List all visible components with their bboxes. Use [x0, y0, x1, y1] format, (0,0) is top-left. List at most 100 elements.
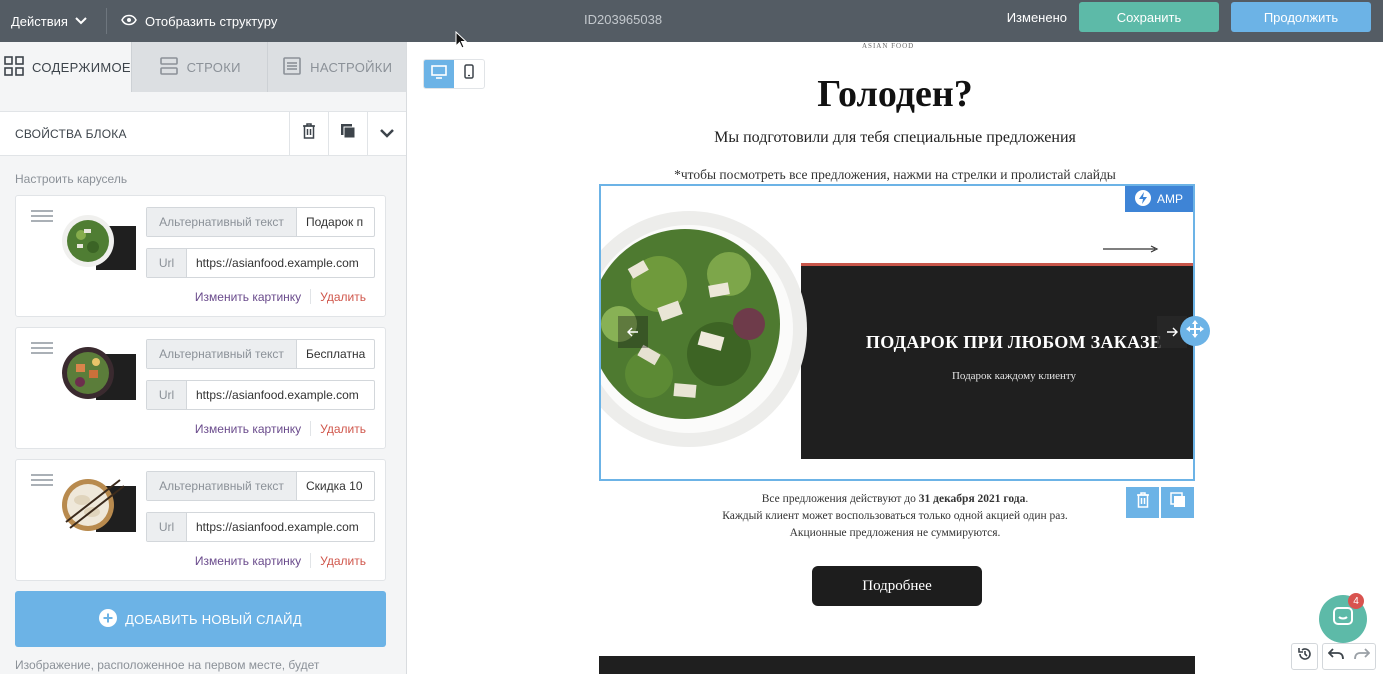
copy-icon [340, 123, 356, 144]
terms-deadline: 31 декабря 2021 года [918, 493, 1026, 505]
delete-slide-link[interactable]: Удалить [320, 290, 366, 304]
carousel-slide-item: Альтернативный текст Подарок п Url https… [15, 195, 386, 317]
url-value[interactable]: https://asianfood.example.com [187, 249, 374, 277]
carousel-slide-item: Альтернативный текст Бесплатна Url https… [15, 327, 386, 449]
url-field[interactable]: Url https://asianfood.example.com [146, 380, 375, 410]
block-properties-title: СВОЙСТВА БЛОКА [15, 126, 127, 141]
undo-button[interactable] [1323, 644, 1349, 669]
show-structure-label: Отобразить структуру [144, 13, 278, 29]
url-value[interactable]: https://asianfood.example.com [187, 381, 374, 409]
redo-icon [1354, 647, 1371, 666]
alt-text-value[interactable]: Скидка 10 [297, 472, 374, 500]
save-button[interactable]: Сохранить [1079, 2, 1219, 32]
drag-handle-icon[interactable] [31, 342, 53, 357]
url-label: Url [147, 513, 187, 541]
brand-logo: ASIAN FOOD [862, 42, 915, 50]
tab-settings-label: НАСТРОЙКИ [310, 59, 393, 75]
email-subtitle: Мы подготовили для тебя специальные пред… [714, 129, 1076, 146]
chat-icon [1332, 606, 1354, 633]
continue-button[interactable]: Продолжить [1231, 2, 1371, 32]
change-image-link[interactable]: Изменить картинку [195, 554, 301, 568]
terms-line-1-post: . [1025, 493, 1029, 505]
settings-icon [282, 56, 302, 79]
divider [105, 8, 107, 34]
change-image-link[interactable]: Изменить картинку [195, 290, 301, 304]
arrow-right-icon [1103, 245, 1159, 253]
tab-settings[interactable]: НАСТРОЙКИ [268, 42, 406, 92]
amp-badge: AMP [1125, 186, 1193, 212]
block-properties-bar: СВОЙСТВА БЛОКА [0, 111, 406, 156]
divider [310, 289, 312, 304]
carousel-slide-item: Альтернативный текст Скидка 10 Url https… [15, 459, 386, 581]
change-image-link[interactable]: Изменить картинку [195, 422, 301, 436]
amp-label: AMP [1156, 192, 1183, 206]
email-note: *чтобы посмотреть все предложения, нажми… [674, 167, 1116, 182]
url-label: Url [147, 381, 187, 409]
show-structure-toggle[interactable]: Отобразить структуру [121, 14, 277, 29]
terms-line-3: Акционные предложения не суммируются. [789, 527, 1001, 539]
actions-label: Действия [11, 13, 68, 29]
redo-button[interactable] [1349, 644, 1375, 669]
move-block-handle[interactable] [1180, 316, 1210, 346]
duplicate-block-button[interactable] [328, 111, 367, 156]
alt-text-label: Альтернативный текст [147, 340, 297, 368]
drag-handle-icon[interactable] [31, 474, 53, 489]
carousel-prev-button[interactable] [618, 316, 648, 348]
mouse-cursor-icon [455, 31, 467, 49]
details-button[interactable]: Подробнее [812, 566, 982, 606]
alt-text-label: Альтернативный текст [147, 472, 297, 500]
actions-menu[interactable]: Действия [0, 0, 88, 42]
slide-thumbnail [62, 340, 136, 406]
slide-thumbnail [62, 208, 136, 274]
next-content-block [599, 656, 1195, 674]
tab-rows[interactable]: СТРОКИ [132, 42, 269, 92]
email-headline: Голоден? [817, 73, 973, 115]
undo-redo-group [1322, 643, 1376, 670]
alt-text-value[interactable]: Подарок п [297, 208, 374, 236]
url-field[interactable]: Url https://asianfood.example.com [146, 512, 375, 542]
url-value[interactable]: https://asianfood.example.com [187, 513, 374, 541]
banner-subtitle: Подарок каждому клиенту [951, 370, 1077, 382]
delete-slide-link[interactable]: Удалить [320, 422, 366, 436]
plus-circle-icon [99, 608, 118, 630]
divider [310, 421, 312, 436]
banner-title: ПОДАРОК ПРИ ЛЮБОМ ЗАКАЗЕ [865, 332, 1163, 352]
carousel-settings-label: Настроить карусель [15, 172, 128, 186]
delete-block-button[interactable] [289, 111, 328, 156]
divider [310, 553, 312, 568]
alt-text-value[interactable]: Бесплатна [297, 340, 374, 368]
sidebar: СОДЕРЖИМОЕ СТРОКИ НАСТРОЙКИ СВОЙСТВА БЛО… [0, 42, 407, 674]
chevron-down-icon [379, 125, 395, 143]
alt-text-field[interactable]: Альтернативный текст Бесплатна [146, 339, 375, 369]
carousel-banner[interactable]: ПОДАРОК ПРИ ЛЮБОМ ЗАКАЗЕ Подарок каждому… [599, 184, 1195, 481]
slide-thumbnail [62, 472, 136, 538]
url-field[interactable]: Url https://asianfood.example.com [146, 248, 375, 278]
history-button[interactable] [1291, 643, 1318, 670]
alt-text-field[interactable]: Альтернативный текст Подарок п [146, 207, 375, 237]
chat-unread-badge: 4 [1348, 593, 1364, 609]
trash-icon [302, 123, 316, 144]
rows-icon [159, 56, 179, 79]
history-icon [1297, 646, 1313, 667]
collapse-properties-button[interactable] [367, 111, 406, 156]
tab-rows-label: СТРОКИ [186, 59, 241, 75]
sidebar-tabs: СОДЕРЖИМОЕ СТРОКИ НАСТРОЙКИ [0, 42, 406, 92]
move-icon [1186, 319, 1204, 343]
terms-text: Все предложения действуют до 31 декабря … [407, 491, 1383, 542]
hint-text: Изображение, расположенное на первом мес… [15, 658, 320, 672]
terms-line-1-pre: Все предложения действуют до [761, 493, 919, 505]
undo-icon [1327, 647, 1344, 666]
delete-slide-link[interactable]: Удалить [320, 554, 366, 568]
eye-icon [121, 14, 137, 29]
tab-content[interactable]: СОДЕРЖИМОЕ [0, 42, 132, 92]
lightning-icon [1134, 189, 1151, 209]
terms-line-1: Все предложения действуют до 31 декабря … [407, 491, 1383, 508]
email-canvas: ASIAN FOOD Голоден? Мы подготовили для т… [407, 42, 1383, 674]
add-slide-button[interactable]: ДОБАВИТЬ НОВЫЙ СЛАЙД [15, 591, 386, 647]
alt-text-field[interactable]: Альтернативный текст Скидка 10 [146, 471, 375, 501]
url-label: Url [147, 249, 187, 277]
arrow-right-icon [1166, 324, 1178, 340]
top-bar: Действия Отобразить структуру ID20396503… [0, 0, 1383, 42]
drag-handle-icon[interactable] [31, 210, 53, 225]
tab-content-label: СОДЕРЖИМОЕ [32, 59, 131, 75]
